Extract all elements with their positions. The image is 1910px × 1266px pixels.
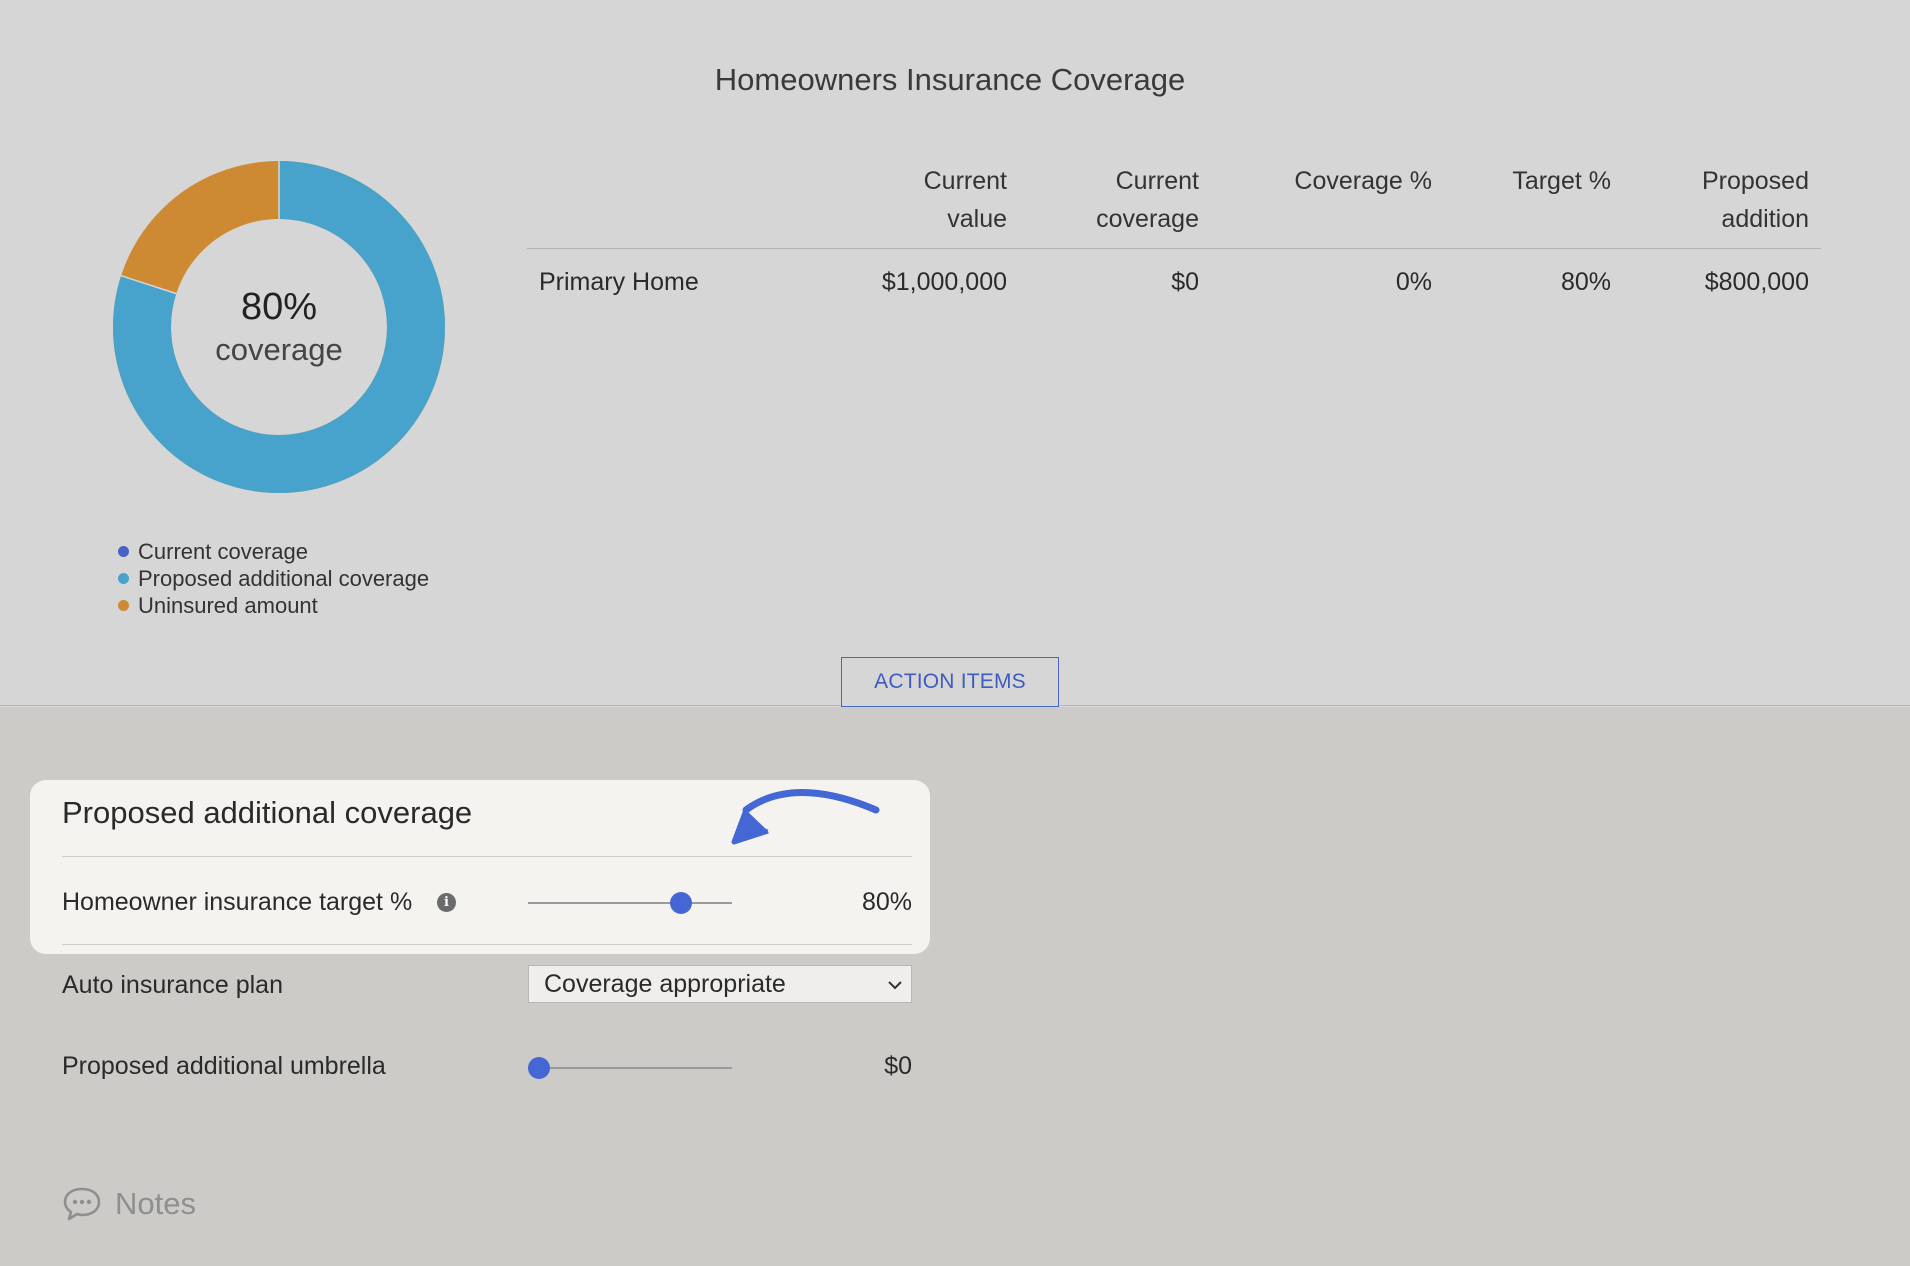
page-title: Homeowners Insurance Coverage — [714, 62, 1186, 97]
umbrella-label: Proposed additional umbrella — [62, 1052, 386, 1080]
table-header-current-value: Current value — [747, 160, 1007, 248]
table-header-target-pct: Target % — [1432, 160, 1611, 248]
cell-current-value: $1,000,000 — [881, 267, 1007, 296]
annotation-arrow-icon — [731, 789, 880, 845]
slider-track[interactable] — [528, 902, 732, 904]
slider-thumb[interactable] — [669, 892, 692, 914]
cell-proposed-addition: $800,000 — [1704, 267, 1809, 296]
umbrella-value: $0 — [884, 1052, 912, 1080]
header-line: addition — [1721, 205, 1809, 233]
slider-thumb[interactable] — [528, 1057, 550, 1079]
cell-coverage-pct: 0% — [1395, 267, 1432, 296]
table-header-name — [527, 160, 747, 248]
table-header-current-coverage: Current coverage — [1007, 160, 1199, 248]
divider — [62, 856, 912, 857]
divider — [62, 1108, 912, 1109]
legend-dot — [118, 573, 129, 584]
header-line: coverage — [1096, 205, 1199, 233]
legend-label: Proposed additional coverage — [138, 565, 430, 591]
legend-item-uninsured: Uninsured amount — [118, 592, 429, 619]
legend-label: Uninsured amount — [138, 592, 318, 618]
coverage-table: Current value Current coverage Coverage … — [527, 160, 1821, 315]
donut-percent: 80% — [240, 286, 318, 328]
section-title: Proposed additional coverage — [62, 795, 473, 830]
donut-center: 80% coverage — [112, 160, 446, 494]
table-header: Current value Current coverage Coverage … — [527, 160, 1821, 249]
legend-label: Current coverage — [138, 538, 308, 564]
header-line: Target % — [1512, 167, 1611, 195]
table-row: Primary Home $1,000,000 $0 0% 80% $800,0… — [527, 249, 1821, 315]
coverage-summary-panel: Homeowners Insurance Coverage 80% covera… — [0, 0, 1910, 707]
cell-current-coverage: $0 — [1171, 267, 1199, 296]
chevron-down-icon — [888, 981, 902, 990]
info-icon[interactable]: i — [437, 893, 456, 912]
header-line: Current — [1115, 167, 1199, 195]
slider-track[interactable] — [528, 1067, 732, 1069]
legend-item-proposed: Proposed additional coverage — [118, 565, 429, 592]
auto-plan-selected: Coverage appropriate — [544, 969, 786, 998]
auto-plan-select[interactable]: Coverage appropriate — [528, 965, 912, 1003]
action-items-button[interactable]: ACTION ITEMS — [841, 657, 1059, 707]
target-label: Homeowner insurance target % — [62, 888, 413, 916]
notes-toggle[interactable]: Notes — [62, 1186, 196, 1222]
legend-dot — [118, 600, 129, 611]
auto-plan-label: Auto insurance plan — [62, 971, 283, 999]
target-slider[interactable] — [528, 890, 732, 916]
header-line: Coverage % — [1294, 167, 1432, 195]
cell-property-name: Primary Home — [539, 267, 699, 296]
umbrella-slider[interactable] — [528, 1055, 732, 1081]
legend-item-current: Current coverage — [118, 538, 429, 565]
notes-label: Notes — [115, 1186, 196, 1221]
header-line: Current — [923, 167, 1007, 195]
cell-target-pct: 80% — [1560, 267, 1611, 296]
divider — [62, 1022, 912, 1023]
header-line: Proposed — [1701, 167, 1809, 195]
chat-bubble-icon — [63, 1187, 101, 1221]
legend-dot — [118, 546, 129, 557]
coverage-donut-chart: 80% coverage — [112, 160, 446, 494]
header-line: value — [947, 205, 1007, 233]
table-header-coverage-pct: Coverage % — [1199, 160, 1432, 248]
chart-legend: Current coverage Proposed additional cov… — [118, 538, 429, 619]
target-value: 80% — [861, 888, 912, 916]
donut-label: coverage — [215, 332, 343, 367]
table-header-proposed-addition: Proposed addition — [1611, 160, 1809, 248]
divider — [62, 944, 912, 945]
